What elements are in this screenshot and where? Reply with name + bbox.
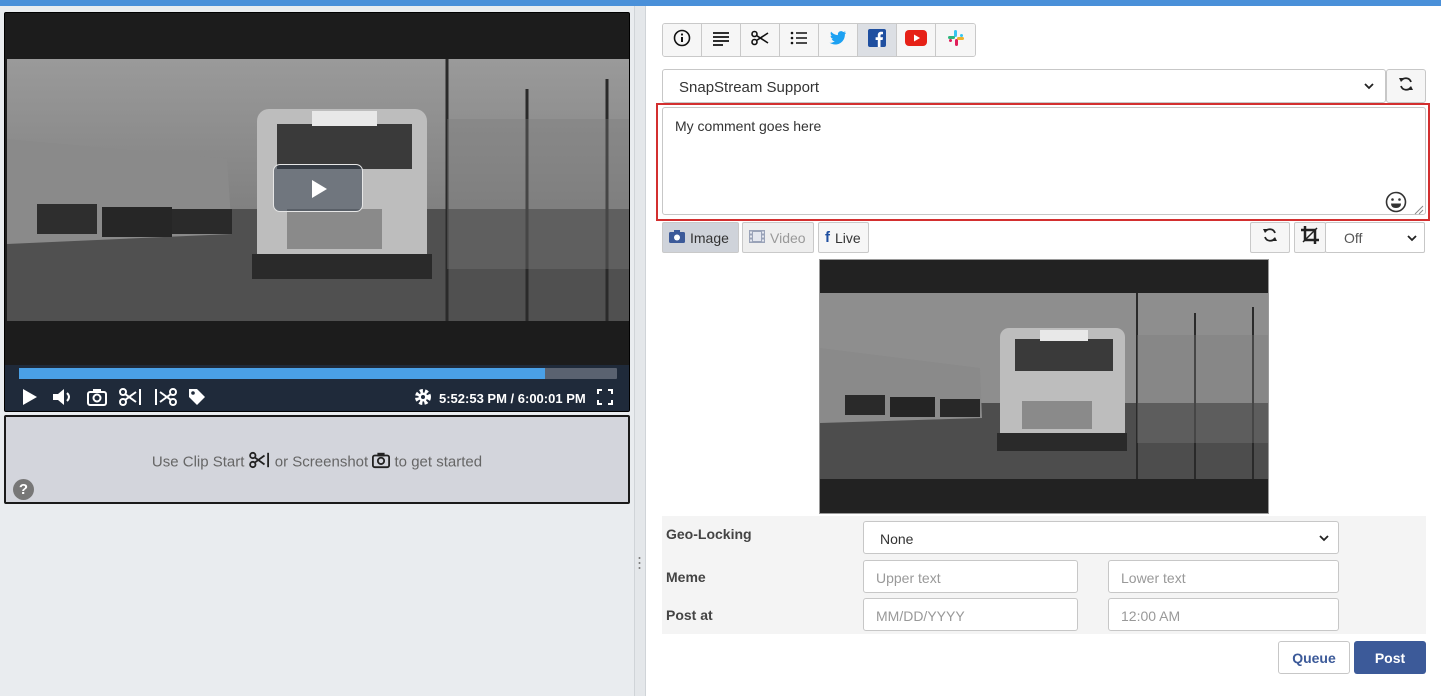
geo-locking-select[interactable]: None	[863, 521, 1339, 554]
refresh-preview-button[interactable]	[1250, 222, 1290, 253]
meme-lower-placeholder: Lower text	[1121, 570, 1186, 586]
chevron-down-icon	[1363, 79, 1375, 96]
slack-icon	[947, 29, 965, 52]
comment-text: My comment goes here	[675, 118, 822, 134]
tab-info[interactable]	[663, 24, 702, 56]
post-at-label: Post at	[666, 607, 713, 623]
current-time: 5:52:53 PM	[439, 391, 507, 406]
tab-live-label: Live	[835, 229, 861, 246]
clip-text-start: Use Clip Start	[151, 453, 245, 471]
post-time-placeholder: 12:00 AM	[1121, 608, 1181, 624]
geo-locking-value: None	[880, 531, 914, 547]
post-button[interactable]: Post	[1354, 641, 1426, 674]
clip-start-icon[interactable]	[119, 387, 143, 407]
progress-fill	[19, 368, 546, 379]
total-time: / 6:00:01 PM	[510, 391, 586, 406]
refresh-accounts-button[interactable]	[1386, 69, 1426, 103]
social-tabs	[662, 23, 976, 57]
meme-label: Meme	[666, 569, 706, 585]
emoji-icon[interactable]	[1385, 191, 1407, 213]
camera-icon[interactable]	[87, 387, 107, 407]
comment-textarea[interactable]: My comment goes here	[662, 107, 1426, 215]
clip-text-end: to get started	[394, 453, 483, 471]
crop-select-value: Off	[1344, 230, 1363, 246]
tab-clip[interactable]	[741, 24, 780, 56]
scissors-icon	[751, 30, 769, 51]
tab-image[interactable]: Image	[662, 222, 739, 253]
video-player[interactable]: 5:52:53 PM / 6:00:01 PM	[4, 12, 630, 412]
time-display: 5:52:53 PM / 6:00:01 PM	[439, 391, 586, 406]
clip-end-icon[interactable]	[153, 387, 177, 407]
progress-bar[interactable]	[19, 368, 617, 379]
facebook-f-icon: f	[825, 229, 830, 246]
clip-placeholder-panel: Use Clip Start or Screenshot to get star…	[4, 415, 630, 504]
pane-resize-handle[interactable]	[634, 6, 646, 696]
grip-dots-icon	[638, 556, 641, 570]
tab-video-label: Video	[770, 229, 806, 246]
account-select-value: SnapStream Support	[679, 79, 820, 96]
tab-list[interactable]	[780, 24, 819, 56]
account-select[interactable]: SnapStream Support	[662, 69, 1386, 103]
clip-placeholder-message: Use Clip Start or Screenshot to get star…	[6, 451, 628, 473]
fullscreen-icon[interactable]	[596, 387, 614, 407]
right-pane: SnapStream Support My comment goes here …	[646, 6, 1441, 696]
post-options-form: Geo-Locking None Meme Upper text Lower t…	[662, 516, 1426, 634]
tab-text[interactable]	[702, 24, 741, 56]
chevron-down-icon	[1406, 231, 1418, 247]
meme-upper-placeholder: Upper text	[876, 570, 941, 586]
post-date-placeholder: MM/DD/YYYY	[876, 608, 965, 624]
post-time-input[interactable]: 12:00 AM	[1108, 598, 1339, 631]
play-icon[interactable]	[21, 387, 39, 407]
tab-slack[interactable]	[936, 24, 975, 56]
camera-icon	[669, 229, 685, 246]
meme-lower-input[interactable]: Lower text	[1108, 560, 1339, 593]
volume-icon[interactable]	[51, 387, 75, 407]
resize-grip-icon[interactable]	[1414, 202, 1424, 215]
film-icon	[749, 229, 765, 246]
chevron-down-icon	[1318, 531, 1330, 547]
tab-youtube[interactable]	[897, 24, 936, 56]
refresh-icon	[1262, 227, 1278, 248]
clip-start-icon	[248, 451, 275, 473]
queue-button[interactable]: Queue	[1278, 641, 1350, 674]
facebook-icon	[868, 28, 886, 52]
post-date-input[interactable]: MM/DD/YYYY	[863, 598, 1078, 631]
refresh-icon	[1398, 76, 1414, 97]
text-lines-icon	[712, 30, 730, 51]
preview-frame	[820, 293, 1268, 479]
clip-text-middle: or Screenshot	[274, 453, 369, 471]
info-icon	[673, 29, 691, 52]
play-overlay-button[interactable]	[273, 164, 363, 212]
help-icon[interactable]: ?	[13, 479, 34, 500]
crop-icon	[1300, 225, 1320, 250]
crop-select[interactable]: Off	[1325, 222, 1425, 253]
image-preview	[819, 259, 1269, 514]
account-select-row: SnapStream Support	[662, 69, 1426, 103]
meme-upper-input[interactable]: Upper text	[863, 560, 1078, 593]
tab-facebook[interactable]	[858, 24, 897, 56]
tab-live[interactable]: f Live	[818, 222, 869, 253]
list-icon	[790, 30, 808, 51]
tab-video[interactable]: Video	[742, 222, 814, 253]
tab-twitter[interactable]	[819, 24, 858, 56]
player-controls: 5:52:53 PM / 6:00:01 PM	[5, 365, 629, 411]
twitter-icon	[829, 30, 847, 51]
youtube-icon	[905, 29, 927, 51]
camera-icon	[372, 452, 394, 473]
settings-gear-icon[interactable]	[413, 387, 433, 407]
crop-button[interactable]	[1294, 222, 1326, 253]
geo-locking-label: Geo-Locking	[666, 526, 752, 542]
tag-icon[interactable]	[187, 387, 207, 407]
left-pane: 5:52:53 PM / 6:00:01 PM Use Clip Start o…	[0, 6, 634, 696]
tab-image-label: Image	[690, 229, 729, 246]
